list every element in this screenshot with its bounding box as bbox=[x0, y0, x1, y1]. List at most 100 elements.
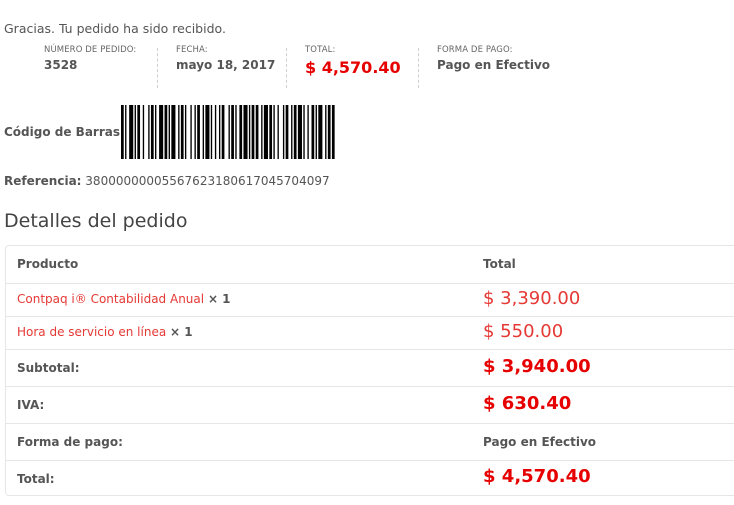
barcode-bar bbox=[263, 105, 268, 159]
barcode-bar bbox=[311, 105, 315, 159]
order-total-value: $ 4,570.40 bbox=[305, 58, 401, 77]
barcode-bar bbox=[251, 105, 255, 159]
barcode-bar bbox=[190, 105, 192, 159]
order-overview: NÚMERO DE PEDIDO: 3528 FECHA: mayo 18, 2… bbox=[0, 44, 734, 88]
barcode-bar bbox=[148, 105, 150, 159]
barcode-bar bbox=[137, 105, 141, 159]
barcode-bar bbox=[293, 105, 297, 159]
barcode-bar bbox=[129, 105, 134, 159]
barcode-bar bbox=[150, 105, 154, 159]
product-total: $ 550.00 bbox=[483, 321, 564, 342]
barcode-bar bbox=[273, 105, 275, 159]
barcode-bar bbox=[168, 105, 170, 159]
header-product: Producto bbox=[17, 257, 79, 271]
order-details-table: Producto Total Contpaq i® Contabilidad A… bbox=[5, 245, 734, 496]
barcode-bar bbox=[159, 105, 164, 159]
barcode-bar bbox=[184, 105, 187, 159]
barcode-bar bbox=[297, 105, 302, 159]
reference: Referencia: 3800000000556762318061704570… bbox=[4, 174, 330, 188]
order-date-value: mayo 18, 2017 bbox=[176, 58, 276, 72]
barcode-bar bbox=[327, 105, 331, 159]
product-quantity: × 1 bbox=[170, 325, 193, 339]
total-value: $ 4,570.40 bbox=[483, 466, 591, 487]
barcode-bar bbox=[178, 105, 180, 159]
order-total: TOTAL: $ 4,570.40 bbox=[305, 44, 401, 88]
barcode-image bbox=[121, 105, 335, 159]
barcode-bar bbox=[303, 105, 305, 159]
product-total: $ 3,390.00 bbox=[483, 288, 581, 309]
barcode-bar bbox=[228, 105, 230, 159]
order-details-title: Detalles del pedido bbox=[4, 210, 188, 232]
reference-label: Referencia: bbox=[4, 174, 82, 188]
barcode-bar bbox=[282, 105, 285, 159]
subtotal-value: $ 3,940.00 bbox=[483, 356, 591, 377]
barcode-bar bbox=[121, 105, 124, 159]
barcode-bar bbox=[255, 105, 259, 159]
barcode-bar bbox=[194, 105, 196, 159]
payment-method-value: Pago en Efectivo bbox=[437, 58, 551, 72]
barcode-bar bbox=[261, 105, 263, 159]
barcode-bar bbox=[197, 105, 200, 159]
order-number-value: 3528 bbox=[44, 58, 78, 72]
barcode-bar bbox=[218, 105, 221, 159]
total-label: Total: bbox=[17, 472, 55, 486]
barcode-bar bbox=[171, 105, 176, 159]
table-row: Hora de servicio en línea × 1 $ 550.00 bbox=[6, 316, 734, 349]
tax-value: $ 630.40 bbox=[483, 393, 572, 414]
barcode-bar bbox=[277, 105, 279, 159]
total-row: Total: $ 4,570.40 bbox=[6, 460, 734, 496]
payment-label: Forma de pago: bbox=[17, 435, 123, 449]
barcode-bar bbox=[248, 105, 251, 159]
order-date-label: FECHA: bbox=[176, 45, 208, 55]
barcode-bar bbox=[285, 105, 289, 159]
divider bbox=[157, 48, 158, 88]
barcode-bar bbox=[235, 105, 237, 159]
barcode-bar bbox=[307, 105, 309, 159]
order-date: FECHA: mayo 18, 2017 bbox=[176, 44, 275, 88]
barcode-bar bbox=[291, 105, 293, 159]
barcode-bar bbox=[269, 105, 273, 159]
subtotal-row: Subtotal: $ 3,940.00 bbox=[6, 349, 734, 386]
barcode-bar bbox=[214, 105, 217, 159]
barcode-bar bbox=[125, 105, 127, 159]
header-total: Total bbox=[483, 257, 516, 271]
order-payment-method: FORMA DE PAGO: Pago en Efectivo bbox=[437, 44, 550, 88]
barcode-bar bbox=[243, 105, 248, 159]
barcode-bar bbox=[239, 105, 243, 159]
barcode-bar bbox=[318, 105, 323, 159]
barcode-bar bbox=[205, 105, 210, 159]
barcode-bar bbox=[164, 105, 168, 159]
tax-row: IVA: $ 630.40 bbox=[6, 386, 734, 423]
order-total-label: TOTAL: bbox=[305, 45, 336, 55]
divider bbox=[286, 48, 287, 88]
reference-value: 3800000000556762318061704570409​7 bbox=[85, 174, 330, 188]
order-number-label: NÚMERO DE PEDIDO: bbox=[44, 45, 137, 55]
order-number: NÚMERO DE PEDIDO: 3528 bbox=[44, 44, 136, 88]
product-cell: Contpaq i® Contabilidad Anual × 1 bbox=[17, 292, 231, 306]
payment-method-label: FORMA DE PAGO: bbox=[437, 45, 513, 55]
product-link[interactable]: Contpaq i® Contabilidad Anual bbox=[17, 292, 204, 306]
divider bbox=[418, 48, 419, 88]
tax-label: IVA: bbox=[17, 398, 45, 412]
barcode-bar bbox=[231, 105, 234, 159]
product-link[interactable]: Hora de servicio en línea bbox=[17, 325, 166, 339]
subtotal-label: Subtotal: bbox=[17, 361, 80, 375]
barcode-bar bbox=[315, 105, 317, 159]
table-header-row: Producto Total bbox=[6, 246, 734, 283]
barcode-bar bbox=[180, 105, 184, 159]
barcode-label: Código de Barras: bbox=[4, 125, 125, 139]
barcode-bar bbox=[134, 105, 136, 159]
barcode-bar bbox=[202, 105, 205, 159]
product-cell: Hora de servicio en línea × 1 bbox=[17, 325, 193, 339]
thank-you-message: Gracias. Tu pedido ha sido recibido. bbox=[4, 21, 226, 36]
barcode-bar bbox=[221, 105, 225, 159]
barcode-bar bbox=[142, 105, 145, 159]
payment-row: Forma de pago: Pago en Efectivo bbox=[6, 423, 734, 460]
product-quantity: × 1 bbox=[207, 292, 231, 306]
barcode-bar bbox=[325, 105, 327, 159]
barcode-bar bbox=[331, 105, 335, 159]
table-row: Contpaq i® Contabilidad Anual × 1 $ 3,39… bbox=[6, 283, 734, 316]
barcode-bar bbox=[210, 105, 213, 159]
order-received-page: Gracias. Tu pedido ha sido recibido. NÚM… bbox=[0, 0, 734, 505]
payment-value: Pago en Efectivo bbox=[483, 435, 597, 449]
